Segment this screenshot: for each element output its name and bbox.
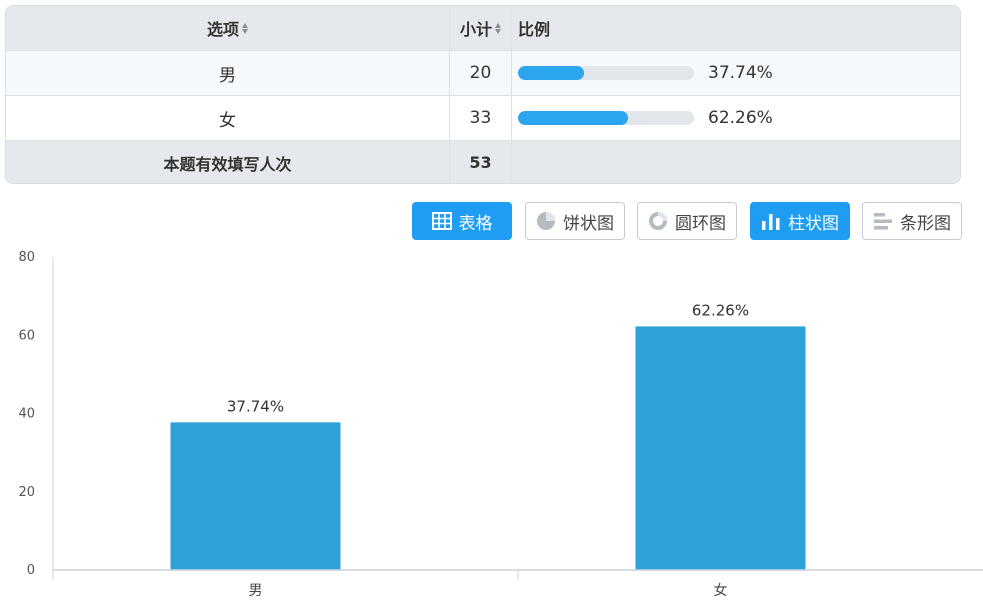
ratio-cell: 62.26% [512, 96, 960, 140]
y-tick-label: 80 [18, 250, 35, 265]
stats-table: 选项 小计 比例 男 20 37.74% 女 33 62.26% 本题有效填写人… [5, 5, 961, 184]
count-cell: 20 [450, 51, 512, 95]
y-tick-label: 40 [18, 407, 35, 422]
x-category-label: 女 [714, 582, 728, 599]
button-label: 条形图 [900, 213, 951, 234]
progress-track [518, 66, 694, 80]
table-row: 男 20 37.74% [6, 51, 960, 96]
button-label: 柱状图 [788, 213, 839, 234]
donut-icon [649, 212, 667, 230]
button-label: 表格 [458, 213, 493, 234]
progress-fill [518, 66, 585, 80]
bar-chart: 0 20 40 60 80 37.74% 62.26% 男 女 [18, 250, 983, 599]
table-icon [431, 212, 452, 230]
bar[interactable] [635, 326, 806, 570]
button-label: 圆环图 [675, 213, 726, 234]
total-ratio-cell [512, 141, 960, 183]
sort-icon[interactable] [495, 22, 501, 34]
progress-fill [518, 111, 628, 125]
y-tick-label: 20 [18, 485, 35, 500]
ratio-cell: 37.74% [512, 51, 960, 95]
count-header-label: 小计 [459, 20, 492, 39]
table-view-button[interactable]: 表格 [412, 202, 512, 240]
donut-chart-button[interactable]: 圆环图 [637, 202, 737, 240]
percent-text: 37.74% [708, 63, 773, 83]
table-header-row: 选项 小计 比例 [6, 6, 960, 51]
chart-type-toolbar: 表格 饼状图 圆环图 柱状图 条形图 [0, 202, 983, 240]
bar-chart-icon [762, 214, 780, 230]
option-column-header[interactable]: 选项 [6, 6, 450, 50]
pie-icon [537, 212, 555, 230]
y-tick-label: 0 [27, 563, 35, 578]
table-row: 女 33 62.26% [6, 96, 960, 141]
count-column-header[interactable]: 小计 [450, 6, 512, 50]
ratio-column-header: 比例 [512, 6, 960, 50]
bar-chart-button[interactable]: 柱状图 [750, 202, 850, 240]
total-count: 53 [450, 141, 512, 183]
option-cell: 男 [6, 51, 450, 95]
bar-data-label: 37.74% [227, 397, 284, 415]
total-label: 本题有效填写人次 [6, 141, 450, 183]
horizontal-bar-chart-button[interactable]: 条形图 [862, 202, 962, 240]
option-header-label: 选项 [206, 20, 239, 39]
ratio-header-label: 比例 [518, 20, 551, 39]
progress-track [518, 111, 694, 125]
bar-data-label: 62.26% [692, 301, 749, 319]
bar[interactable] [170, 422, 341, 570]
count-cell: 33 [450, 96, 512, 140]
y-tick-label: 60 [18, 328, 35, 343]
sort-icon[interactable] [242, 22, 248, 34]
percent-text: 62.26% [708, 108, 773, 128]
option-cell: 女 [6, 96, 450, 140]
table-total-row: 本题有效填写人次 53 [6, 141, 960, 183]
pie-chart-button[interactable]: 饼状图 [525, 202, 625, 240]
hbar-icon [874, 213, 892, 230]
button-label: 饼状图 [563, 213, 614, 234]
x-category-label: 男 [249, 583, 263, 599]
